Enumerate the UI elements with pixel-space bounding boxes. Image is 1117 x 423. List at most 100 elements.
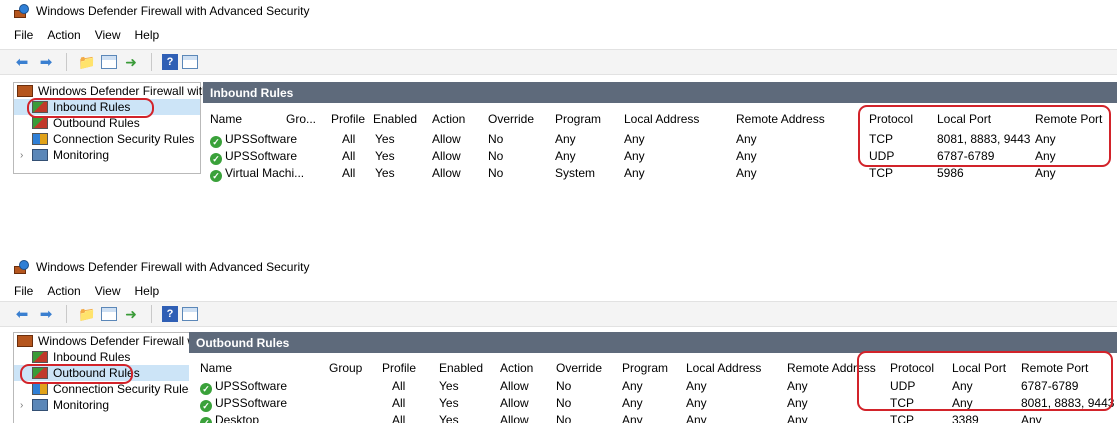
forward-arrow-icon[interactable]: ➡ <box>36 304 56 324</box>
column-header-action[interactable]: Action <box>500 361 533 375</box>
tree-root[interactable]: Windows Defender Firewall with <box>14 333 209 349</box>
menu-view[interactable]: View <box>95 28 121 42</box>
column-header-override[interactable]: Override <box>556 361 602 375</box>
rule-name[interactable]: ✓ UPSSoftware <box>200 379 287 395</box>
menu-help[interactable]: Help <box>135 28 160 42</box>
enabled-check-icon: ✓ <box>200 417 212 423</box>
column-header-action[interactable]: Action <box>432 112 465 126</box>
show-hide-tree-icon[interactable] <box>101 55 117 69</box>
tree-item-label: Outbound Rules <box>53 116 140 130</box>
show-action-pane-icon[interactable] <box>182 307 198 321</box>
enabled-check-icon: ✓ <box>200 383 212 395</box>
column-header-program[interactable]: Program <box>622 361 668 375</box>
connection-security-icon <box>32 133 48 145</box>
rule-override: No <box>556 379 572 393</box>
back-arrow-icon[interactable]: ⬅ <box>12 52 32 72</box>
column-header-group[interactable]: Gro... <box>286 112 316 126</box>
rule-profile: All <box>392 379 406 393</box>
menu-file[interactable]: File <box>14 28 33 42</box>
rule-local-port: 5986 <box>937 166 964 180</box>
window-title: Windows Defender Firewall with Advanced … <box>36 4 310 18</box>
show-hide-tree-icon[interactable] <box>101 307 117 321</box>
rule-action: Allow <box>500 379 529 393</box>
up-folder-icon[interactable]: 📁 <box>77 52 97 72</box>
rule-enabled: Yes <box>375 132 395 146</box>
rule-enabled: Yes <box>375 149 395 163</box>
menu-action[interactable]: Action <box>47 28 80 42</box>
rule-override: No <box>488 166 504 180</box>
enabled-check-icon: ✓ <box>210 153 222 165</box>
tree-item-inbound-rules[interactable]: Inbound Rules <box>14 349 200 365</box>
enabled-check-icon: ✓ <box>210 170 222 182</box>
firewall-app-icon <box>14 4 30 18</box>
rule-remote-address: Any <box>787 413 808 423</box>
column-header-profile[interactable]: Profile <box>382 361 416 375</box>
rule-profile: All <box>342 166 356 180</box>
window-title: Windows Defender Firewall with Advanced … <box>36 260 310 274</box>
rule-program: System <box>555 166 596 180</box>
menu-action[interactable]: Action <box>47 284 80 298</box>
column-header-name[interactable]: Name <box>200 361 232 375</box>
back-arrow-icon[interactable]: ⬅ <box>12 304 32 324</box>
up-folder-icon[interactable]: 📁 <box>77 304 97 324</box>
rule-name[interactable]: ✓ Desktop <box>200 413 259 423</box>
rule-name[interactable]: ✓ UPSSoftware <box>210 149 297 165</box>
tree-item-label: Inbound Rules <box>53 350 131 364</box>
column-header-group[interactable]: Group <box>329 361 362 375</box>
annotation-highlight-outbound-rules <box>20 364 133 384</box>
help-icon[interactable]: ? <box>162 306 178 322</box>
column-header-enabled[interactable]: Enabled <box>373 112 417 126</box>
forward-arrow-icon[interactable]: ➡ <box>36 52 56 72</box>
title-bar: Windows Defender Firewall with Advanced … <box>0 256 1117 278</box>
column-header-name[interactable]: Name <box>210 112 242 126</box>
export-list-icon[interactable]: ➜ <box>121 304 141 324</box>
column-header-enabled[interactable]: Enabled <box>439 361 483 375</box>
firewall-app-icon <box>14 260 30 274</box>
rule-enabled: Yes <box>439 396 459 410</box>
rule-action: Allow <box>500 413 529 423</box>
rule-name[interactable]: ✓ UPSSoftware <box>200 396 287 412</box>
chevron-right-icon[interactable]: › <box>20 150 32 161</box>
rule-enabled: Yes <box>375 166 395 180</box>
rule-program: Any <box>622 379 643 393</box>
show-action-pane-icon[interactable] <box>182 55 198 69</box>
rule-enabled: Yes <box>439 379 459 393</box>
tree-root-label: Windows Defender Firewall with <box>38 84 209 98</box>
column-header-local-address[interactable]: Local Address <box>624 112 699 126</box>
rule-action: Allow <box>432 149 461 163</box>
menu-view[interactable]: View <box>95 284 121 298</box>
tree-item-label: Monitoring <box>53 398 110 412</box>
column-header-program[interactable]: Program <box>555 112 601 126</box>
menu-file[interactable]: File <box>14 284 33 298</box>
tree-item-label: Monitoring <box>53 148 110 162</box>
enabled-check-icon: ✓ <box>210 136 222 148</box>
rule-local-address: Any <box>624 132 645 146</box>
rule-remote-port: Any <box>1035 166 1056 180</box>
inbound-window: Windows Defender Firewall with Advanced … <box>0 0 1117 190</box>
tree-item-connection-security-rules[interactable]: Connection Security Rules <box>14 131 200 147</box>
rule-protocol: TCP <box>890 413 914 423</box>
rule-protocol: TCP <box>869 166 893 180</box>
rule-override: No <box>556 396 572 410</box>
column-header-local-address[interactable]: Local Address <box>686 361 761 375</box>
rule-name[interactable]: ✓ Virtual Machi... <box>210 166 304 182</box>
export-list-icon[interactable]: ➜ <box>121 52 141 72</box>
menu-help[interactable]: Help <box>135 284 160 298</box>
rule-local-address: Any <box>624 149 645 163</box>
help-icon[interactable]: ? <box>162 54 178 70</box>
column-header-override[interactable]: Override <box>488 112 534 126</box>
firewall-icon <box>17 85 33 97</box>
column-header-profile[interactable]: Profile <box>331 112 365 126</box>
outbound-rules-icon <box>32 117 48 129</box>
tree-item-monitoring[interactable]: › Monitoring <box>14 147 200 163</box>
tree-item-monitoring[interactable]: › Monitoring <box>14 397 200 413</box>
column-header-remote-address[interactable]: Remote Address <box>736 112 825 126</box>
rule-program: Any <box>555 149 576 163</box>
rule-remote-address: Any <box>736 166 757 180</box>
tree-item-label: Connection Security Rules <box>53 132 195 146</box>
annotation-highlight-inbound-rules <box>27 98 154 118</box>
tree-root[interactable]: Windows Defender Firewall with <box>14 83 209 99</box>
rule-local-address: Any <box>686 413 707 423</box>
chevron-right-icon[interactable]: › <box>20 400 32 411</box>
rule-name[interactable]: ✓ UPSSoftware <box>210 132 297 148</box>
